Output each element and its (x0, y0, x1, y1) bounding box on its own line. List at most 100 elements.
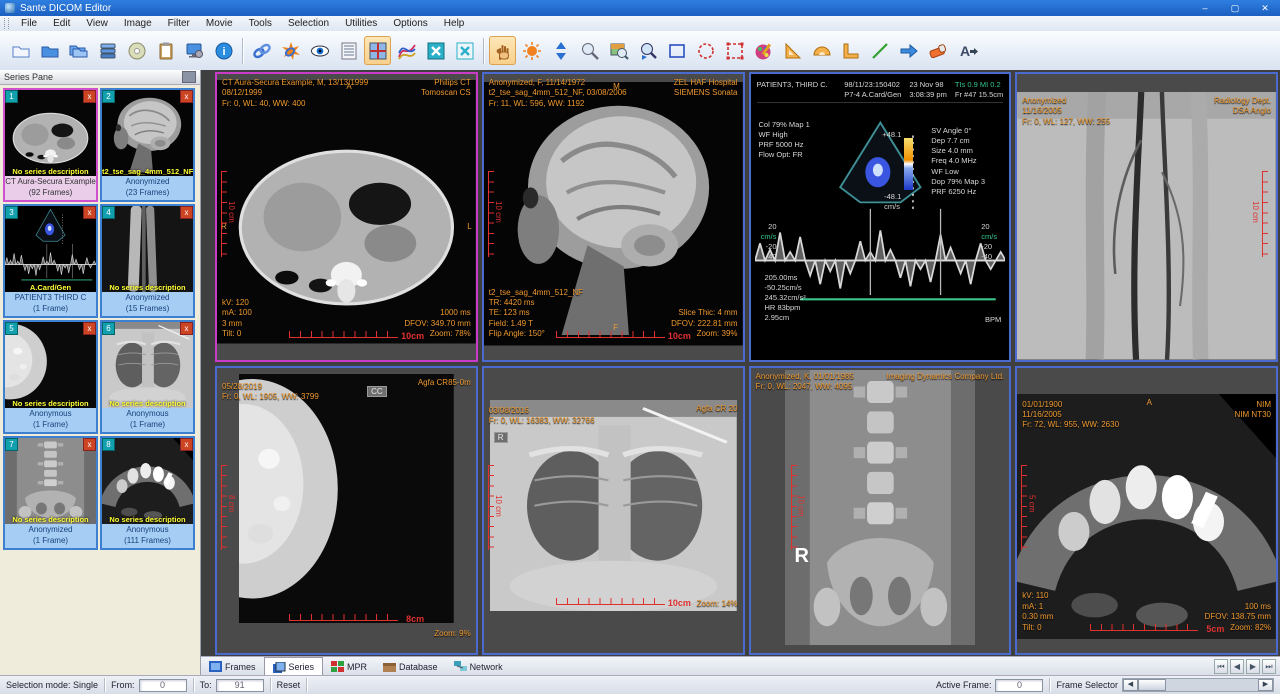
from-input[interactable]: 0 (139, 679, 187, 692)
viewer-cell-abdomen-xray[interactable]: Anonymized, K, 01/01/1985Fr: 0, WL: 2047… (749, 366, 1012, 656)
zoom-icon[interactable] (576, 36, 603, 65)
series-pane-menu-button[interactable] (182, 71, 196, 83)
dicom-print-icon[interactable] (181, 36, 208, 65)
open-file-icon[interactable] (36, 36, 63, 65)
scrollbar-thumb[interactable] (1138, 679, 1166, 691)
tab-frames[interactable]: Frames (201, 657, 264, 676)
series-thumbnail-8[interactable]: 8 x No series description Anonymous(111 … (100, 436, 195, 550)
series-close-icon[interactable]: x (180, 90, 193, 103)
horizontal-ruler: 5cm (1090, 624, 1199, 631)
magnifier-icon[interactable] (634, 36, 661, 65)
text-annotation-icon[interactable]: A (953, 36, 980, 65)
scroll-frames-icon[interactable] (547, 36, 574, 65)
menu-selection[interactable]: Selection (280, 17, 337, 30)
tab-series[interactable]: Series (264, 657, 324, 677)
tab-mpr[interactable]: MPR (323, 657, 375, 676)
series-thumbnail-6[interactable]: 6 x No series description Anonymous(1 Fr… (100, 320, 195, 434)
database-icon (383, 661, 396, 672)
reference-lines-icon[interactable] (364, 36, 391, 65)
to-label: To: (200, 680, 212, 690)
series-thumbnail-4[interactable]: 4 x No series description Anonymized(15 … (100, 204, 195, 318)
series-close-icon[interactable]: x (83, 322, 96, 335)
protractor-icon[interactable] (808, 36, 835, 65)
draw-line-icon[interactable] (866, 36, 893, 65)
scroll-left-icon[interactable]: ◀ (1123, 679, 1138, 691)
menu-options[interactable]: Options (385, 17, 435, 30)
menu-file[interactable]: File (13, 17, 45, 30)
maximize-button[interactable]: ▢ (1220, 3, 1250, 14)
burn-cd-icon[interactable] (123, 36, 150, 65)
dicom-tags-icon[interactable] (335, 36, 362, 65)
brightness-contrast-icon[interactable] (518, 36, 545, 65)
tab-network[interactable]: Network (446, 657, 511, 676)
menu-movie[interactable]: Movie (198, 17, 241, 30)
reset-button[interactable]: Reset (271, 678, 308, 692)
unlink-series-icon[interactable] (277, 36, 304, 65)
viewer-cell-ct-abdomen[interactable]: CT Aura-Secura Example, M, 13/13/199908/… (215, 72, 478, 362)
frame-selector-scrollbar[interactable]: ◀ ▶ (1122, 678, 1274, 692)
series-thumbnail-1[interactable]: 1 x No series description CT Aura-Secura… (3, 88, 98, 202)
abdomen-xray-image (785, 370, 976, 646)
close-button[interactable]: ✕ (1250, 3, 1280, 14)
overlay-window: Fr: 0, WL: 40, WW: 400 (222, 99, 368, 109)
viewer-cell-mammogram[interactable]: 05/28/2019Fr: 0, WL: 1905, WW: 3799 Agfa… (215, 366, 478, 656)
information-icon[interactable]: i (210, 36, 237, 65)
viewer-cell-ultrasound[interactable]: Col 79% Map 1WF High PRF 5000 HzFlow Opt… (749, 72, 1012, 362)
new-icon[interactable] (7, 36, 34, 65)
menu-edit[interactable]: Edit (45, 17, 78, 30)
import-series-icon[interactable] (94, 36, 121, 65)
open-folder-icon[interactable] (65, 36, 92, 65)
tab-database[interactable]: Database (375, 657, 446, 676)
pan-icon[interactable] (489, 36, 516, 65)
scroll-right-icon[interactable]: ▶ (1258, 679, 1273, 691)
color-scale-bar (904, 138, 913, 190)
menu-utilities[interactable]: Utilities (337, 17, 385, 30)
series-description: No series description (102, 399, 193, 408)
series-close-icon[interactable]: x (83, 438, 96, 451)
menu-filter[interactable]: Filter (160, 17, 198, 30)
paste-icon[interactable] (152, 36, 179, 65)
link-series-icon[interactable] (248, 36, 275, 65)
active-frame-value[interactable]: 0 (995, 679, 1043, 692)
horizontal-ruler: 8cm (289, 614, 398, 621)
prev-frame-button[interactable]: ◀ (1230, 659, 1244, 674)
color-palette-icon[interactable] (750, 36, 777, 65)
series-thumbnail-2[interactable]: 2 x t2_tse_sag_4mm_512_NF Anonymized(23 … (100, 88, 195, 202)
view-options-icon[interactable] (306, 36, 333, 65)
to-input[interactable]: 91 (216, 679, 264, 692)
viewer-cell-chest-xray[interactable]: 03/08/2016Fr: 0, WL: 16383, WW: 32766 Ag… (482, 366, 745, 656)
minimize-button[interactable]: – (1190, 3, 1220, 14)
series-close-icon[interactable]: x (83, 206, 96, 219)
menu-tools[interactable]: Tools (241, 17, 280, 30)
next-frame-button[interactable]: ▶ (1246, 659, 1260, 674)
draw-arrow-icon[interactable] (895, 36, 922, 65)
eraser-icon[interactable] (924, 36, 951, 65)
series-close-icon[interactable]: x (180, 438, 193, 451)
series-caption-line2: (23 Frames) (102, 187, 193, 198)
window-title: Sante DICOM Editor (20, 3, 111, 14)
series-thumbnail-5[interactable]: 5 x No series description Anonymous(1 Fr… (3, 320, 98, 434)
first-frame-button[interactable]: ⏮ (1214, 659, 1228, 674)
last-frame-button[interactable]: ⏭ (1262, 659, 1276, 674)
lut-curves-icon[interactable] (393, 36, 420, 65)
series-thumbnail-3[interactable]: 3 x A.Card/Gen PATIENT3 THIRD C(1 Frame) (3, 204, 98, 318)
series-close-icon[interactable]: x (83, 90, 96, 103)
series-thumbnail-7[interactable]: 7 x No series description Anonymized(1 F… (3, 436, 98, 550)
menu-bar: File Edit View Image Filter Movie Tools … (0, 16, 1280, 32)
rectangle-select-icon[interactable] (663, 36, 690, 65)
fit-image-icon[interactable] (422, 36, 449, 65)
viewer-cell-dental-ct[interactable]: 01/01/190011/16/2005Fr: 72, WL: 955, WW:… (1015, 366, 1278, 656)
cobb-angle-icon[interactable] (837, 36, 864, 65)
menu-image[interactable]: Image (116, 17, 160, 30)
viewer-cell-mri-brain[interactable]: Anonymized, F, 11/14/1972t2_tse_sag_4mm_… (482, 72, 745, 362)
set-square-icon[interactable] (779, 36, 806, 65)
menu-view[interactable]: View (78, 17, 116, 30)
region-select-icon[interactable] (721, 36, 748, 65)
zoom-image-icon[interactable] (605, 36, 632, 65)
series-close-icon[interactable]: x (180, 206, 193, 219)
fit-window-icon[interactable] (451, 36, 478, 65)
viewer-cell-angiogram[interactable]: Anonymized11/16/2005Fr: 0, WL: 127, WW: … (1015, 72, 1278, 362)
ellipse-select-icon[interactable] (692, 36, 719, 65)
menu-help[interactable]: Help (436, 17, 473, 30)
series-close-icon[interactable]: x (180, 322, 193, 335)
